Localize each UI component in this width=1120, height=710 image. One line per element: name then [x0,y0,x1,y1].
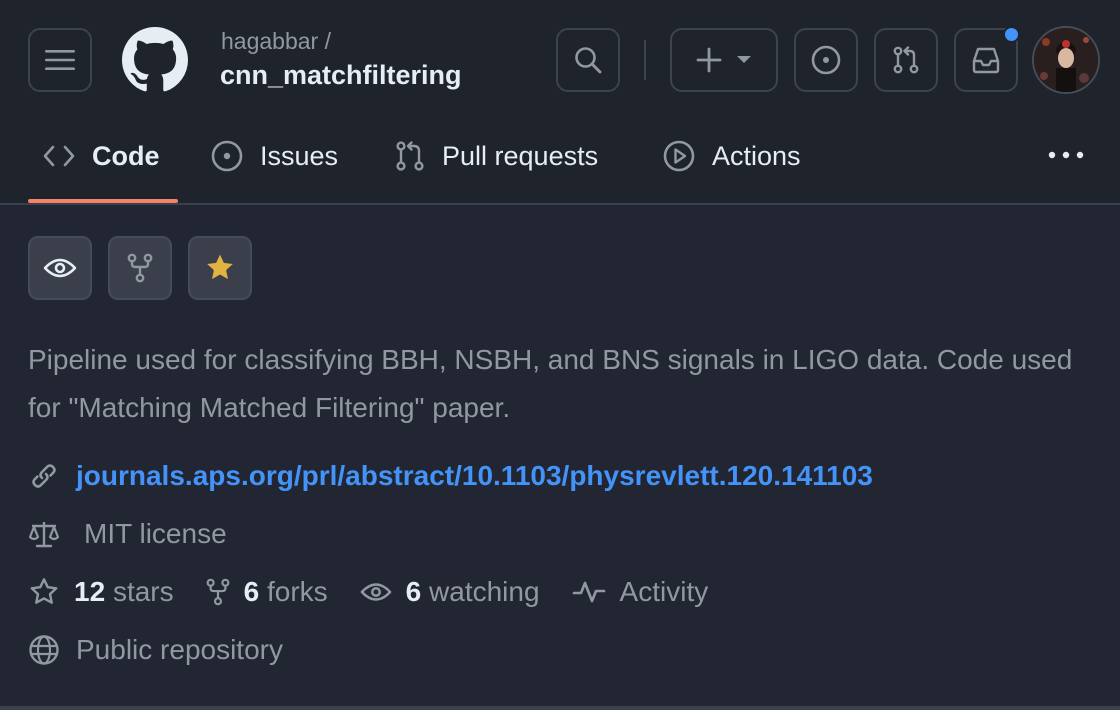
tab-code[interactable]: Code [42,130,160,182]
tab-issues[interactable]: Issues [210,130,338,182]
header-divider [644,40,646,80]
search-icon [575,47,602,74]
star-button[interactable] [188,236,252,300]
tab-issues-label: Issues [260,140,339,171]
website-link-row: journals.aps.org/prl/abstract/10.1103/ph… [28,460,873,492]
pulse-icon [572,581,605,603]
search-button[interactable] [556,28,620,92]
play-icon [663,140,695,172]
tab-code-label: Code [92,140,160,171]
star-fill-icon [207,254,233,280]
kebab-horizontal-icon [1048,151,1084,159]
stars-label: stars [112,576,174,607]
avatar-image [1034,28,1098,92]
git-pull-request-icon [396,141,424,171]
globe-icon [29,635,59,665]
repo-description: Pipeline used for classifying BBH, NSBH,… [28,344,1073,423]
tab-pull-requests-label: Pull requests [442,140,599,171]
inbox-icon [972,47,1000,74]
repo-stats-row: 12 stars 6 forks 6 watching Activity [28,576,740,608]
repo-owner-link[interactable]: hagabbar / [221,28,331,55]
activity-label: Activity [619,576,709,607]
eye-icon [360,583,392,601]
section-divider [0,706,1120,710]
menu-button[interactable] [28,28,92,92]
fork-button[interactable] [108,236,172,300]
law-icon [28,522,60,548]
plus-icon [696,47,722,73]
active-tab-indicator [28,199,178,203]
website-link[interactable]: journals.aps.org/prl/abstract/10.1103/ph… [76,460,873,492]
watch-button[interactable] [28,236,92,300]
git-pull-request-icon [893,46,919,74]
watching-count: 6 [405,576,422,607]
issue-opened-icon [811,45,841,75]
visibility-label: Public repository [76,634,283,665]
stars-stat[interactable]: 12 stars [28,576,174,608]
create-new-button[interactable] [670,28,778,92]
forks-count: 6 [243,576,260,607]
stars-count: 12 [74,576,106,607]
issue-opened-icon [211,140,243,172]
eye-icon [43,258,77,278]
user-avatar[interactable] [1032,26,1100,94]
forks-stat[interactable]: 6 forks [206,576,328,608]
github-logo-icon[interactable] [122,27,188,93]
activity-stat[interactable]: Activity [572,576,709,608]
link-icon [32,464,56,488]
visibility-row: Public repository [28,634,283,666]
star-icon [30,578,58,604]
watching-stat[interactable]: 6 watching [360,576,540,608]
more-tabs-button[interactable] [1046,143,1086,167]
repo-name-link[interactable]: cnn_matchfiltering [220,60,462,91]
triangle-down-icon [737,56,751,63]
notification-indicator [1003,26,1020,43]
code-icon [43,145,75,167]
pull-requests-header-button[interactable] [874,28,938,92]
watching-label: watching [429,576,540,607]
license-label: MIT license [84,518,227,549]
app-header: hagabbar / cnn_matchfiltering Code Issue… [0,0,1120,205]
issues-header-button[interactable] [794,28,858,92]
tab-actions[interactable]: Actions [662,130,801,182]
repo-forked-icon [127,253,153,283]
tab-actions-label: Actions [712,140,801,171]
forks-label: forks [266,576,328,607]
repo-forked-icon [206,578,230,606]
tab-pull-requests[interactable]: Pull requests [394,130,598,182]
hamburger-icon [45,50,75,70]
license-row[interactable]: MIT license [28,518,227,550]
